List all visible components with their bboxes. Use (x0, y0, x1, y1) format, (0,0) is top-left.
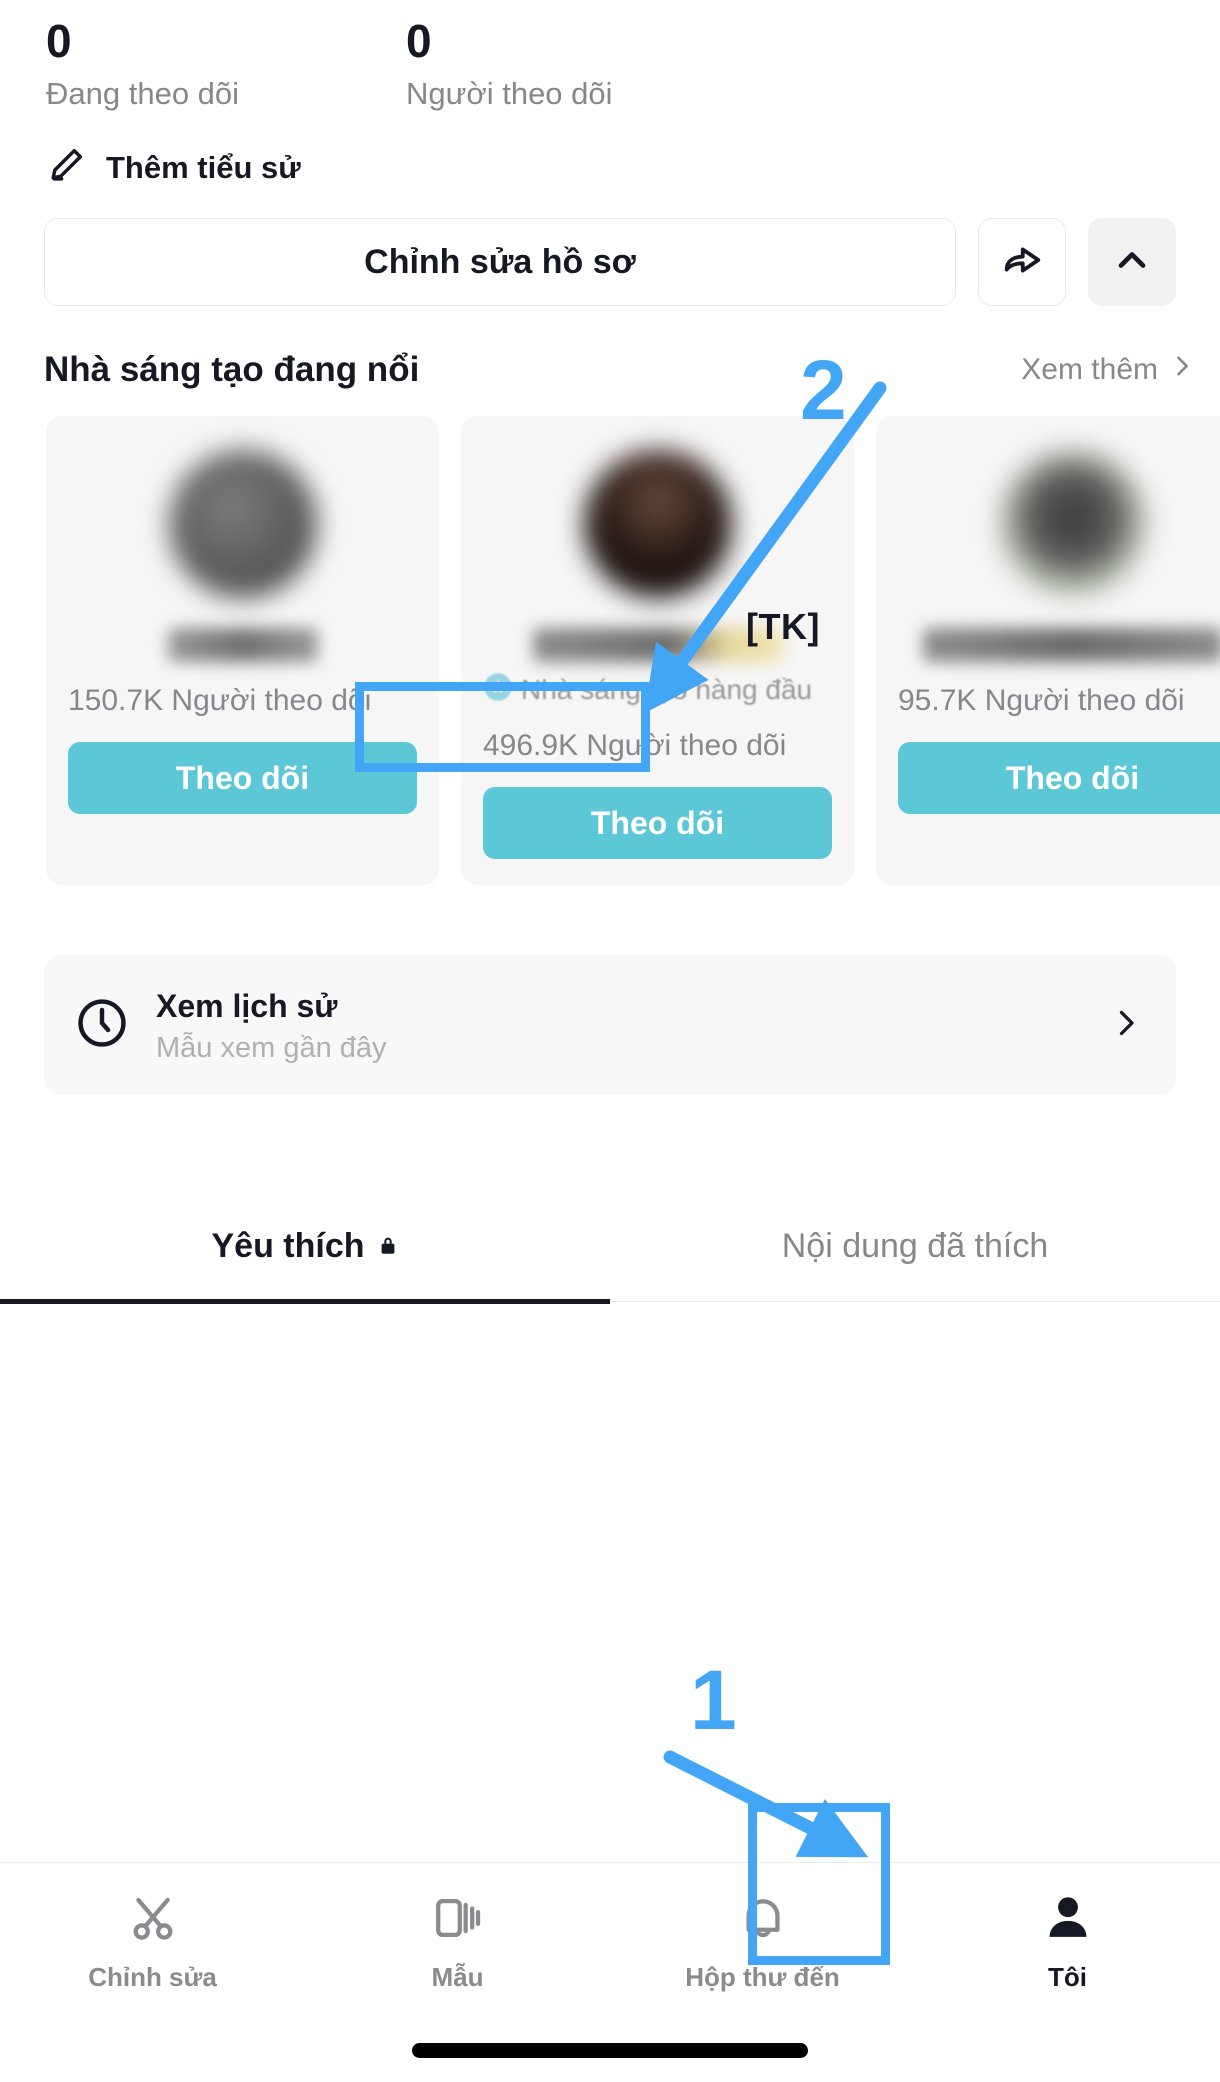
chevron-up-icon (1110, 238, 1154, 287)
share-profile-button[interactable] (978, 218, 1066, 307)
following-label: Đang theo dõi (46, 76, 240, 112)
annotation-step-1-number: 1 (690, 1653, 737, 1747)
bottom-navigation-bar: Chỉnh sửa Mẫu Hộp thư đến Tôi (0, 1862, 1220, 2020)
stat-following[interactable]: 0 Đang theo dõi (46, 14, 406, 117)
edit-profile-button[interactable]: Chỉnh sửa hồ sơ (44, 218, 956, 307)
share-arrow-icon (999, 237, 1045, 288)
followers-count: 0 (406, 15, 432, 67)
lock-icon (377, 1227, 399, 1266)
nav-item-inbox-label: Hộp thư đến (685, 1961, 840, 1992)
history-subtitle: Mẫu xem gần đây (156, 1031, 387, 1064)
follow-button[interactable]: Theo dõi (68, 742, 417, 815)
following-count: 0 (46, 15, 72, 67)
view-history-row[interactable]: Xem lịch sử Mẫu xem gần đây (44, 955, 1176, 1096)
see-more-label: Xem thêm (1021, 353, 1158, 387)
verified-star-icon (483, 672, 513, 707)
nav-item-templates[interactable]: Mẫu (305, 1863, 610, 2020)
pencil-icon (44, 143, 88, 192)
history-title: Xem lịch sử (156, 987, 338, 1024)
nav-item-me-label: Tôi (1048, 1961, 1087, 1992)
chevron-right-icon (1168, 352, 1196, 388)
see-more-button[interactable]: Xem thêm (1021, 352, 1196, 388)
avatar-wrap (483, 438, 832, 599)
creators-section-header: Nhà sáng tạo đang nổi Xem thêm (0, 306, 1220, 390)
creator-cards-rail[interactable]: 150.7K Người theo dõi Theo dõi [TK] Nhà … (0, 390, 1220, 886)
home-indicator (412, 2043, 808, 2058)
add-bio-row[interactable]: Thêm tiểu sử (0, 117, 1220, 192)
nav-item-inbox[interactable]: Hộp thư đến (610, 1863, 915, 2020)
creator-name-redacted (532, 628, 783, 663)
creator-followers: 95.7K Người theo dõi (898, 684, 1185, 718)
top-creator-badge-row: Nhà sáng tạo hàng đầu (483, 672, 832, 707)
nav-item-edit-label: Chỉnh sửa (88, 1961, 217, 1992)
tab-liked[interactable]: Nội dung đã thích (610, 1191, 1220, 1301)
person-icon (1041, 1891, 1095, 1950)
creator-card[interactable]: [TK] Nhà sáng tạo hàng đầu 496.9K Người … (461, 416, 854, 886)
nav-item-templates-label: Mẫu (431, 1961, 484, 1992)
nav-item-edit[interactable]: Chỉnh sửa (0, 1863, 305, 2020)
creator-followers: 496.9K Người theo dõi (483, 729, 787, 763)
templates-icon (431, 1891, 485, 1950)
stat-followers[interactable]: 0 Người theo dõi (406, 14, 766, 117)
nav-item-me[interactable]: Tôi (915, 1863, 1220, 2020)
profile-tabs: Yêu thích Nội dung đã thích (0, 1191, 1220, 1304)
clock-icon (74, 995, 130, 1056)
follow-button[interactable]: Theo dõi (898, 742, 1220, 815)
history-text-block: Xem lịch sử Mẫu xem gần đây (156, 986, 1082, 1065)
follow-button[interactable]: Theo dõi (483, 787, 832, 860)
profile-stats-row: 0 Đang theo dõi 0 Người theo dõi (0, 0, 1220, 117)
avatar-wrap (898, 438, 1220, 599)
followers-label: Người theo dõi (406, 76, 613, 112)
annotation-arrow-1 (663, 1750, 869, 1858)
profile-actions-row: Chỉnh sửa hồ sơ (0, 192, 1220, 307)
avatar (168, 450, 317, 599)
tab-active-underline (0, 1298, 610, 1304)
creator-card[interactable]: 150.7K Người theo dõi Theo dõi (46, 416, 439, 886)
add-bio-label: Thêm tiểu sử (106, 149, 301, 185)
avatar (583, 450, 732, 599)
avatar (998, 450, 1147, 599)
creator-name-redacted (922, 628, 1220, 663)
avatar-wrap (68, 438, 417, 599)
tk-tag: [TK] (746, 606, 820, 648)
creator-card[interactable]: 95.7K Người theo dõi Theo dõi (876, 416, 1220, 886)
top-creator-badge-label: Nhà sáng tạo hàng đầu (521, 673, 813, 705)
creator-name-redacted (167, 628, 318, 663)
collapse-profile-button[interactable] (1088, 218, 1176, 307)
chevron-right-icon (1108, 1005, 1144, 1046)
tab-favorites-label: Yêu thích (211, 1226, 365, 1265)
scissors-icon (126, 1891, 180, 1950)
tab-liked-label: Nội dung đã thích (781, 1226, 1049, 1265)
tab-favorites[interactable]: Yêu thích (0, 1191, 610, 1301)
creator-followers: 150.7K Người theo dõi (68, 684, 372, 718)
bell-icon (736, 1891, 790, 1950)
creators-section-title: Nhà sáng tạo đang nổi (44, 350, 420, 390)
